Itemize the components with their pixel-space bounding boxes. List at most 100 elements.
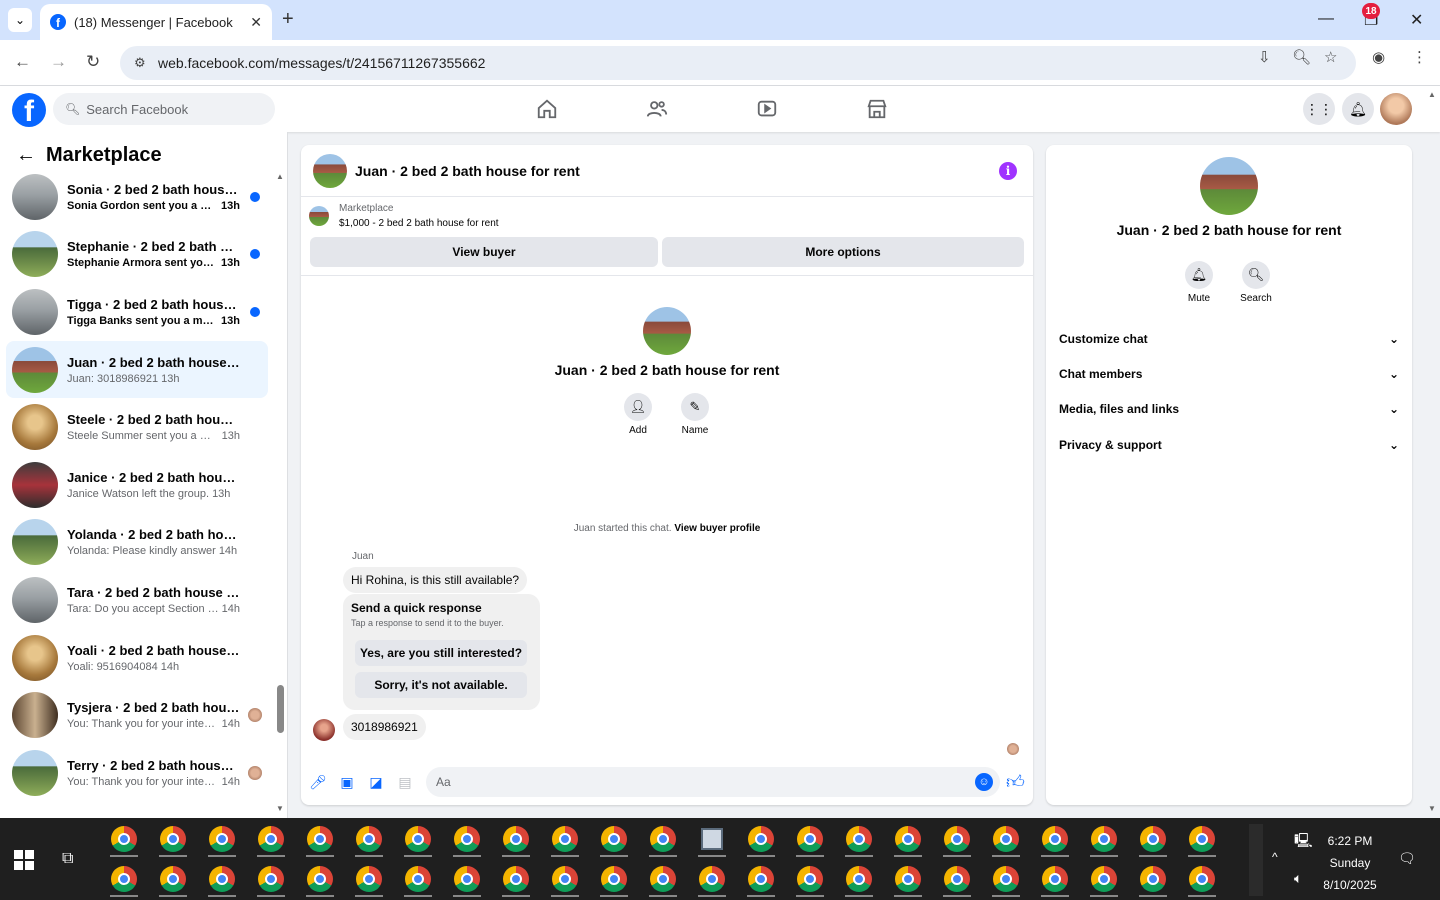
taskbar-chrome-app[interactable]: [394, 820, 442, 858]
task-view-icon[interactable]: ⧉: [62, 850, 73, 868]
taskbar-chrome-app[interactable]: [198, 860, 246, 898]
taskbar-chrome-app[interactable]: [345, 820, 393, 858]
add-person-icon[interactable]: 👤︎: [624, 393, 652, 421]
taskbar-chrome-app[interactable]: [345, 860, 393, 898]
list-scroll-up-icon[interactable]: ▲: [276, 172, 284, 181]
close-window-icon[interactable]: ✕: [1410, 10, 1423, 30]
more-options-button[interactable]: More options: [662, 237, 1024, 267]
chat-members-row[interactable]: Chat members ⌄: [1059, 364, 1399, 384]
gif-icon[interactable]: ▤: [396, 773, 414, 791]
install-app-icon[interactable]: ⇩: [1258, 48, 1271, 66]
conversation-item[interactable]: Yoali · 2 bed 2 bath house for re... Yoal…: [6, 629, 268, 687]
search-conversation-icon[interactable]: 🔍︎: [1242, 261, 1270, 289]
taskbar-chrome-app[interactable]: [688, 820, 736, 858]
taskbar-chrome-app[interactable]: [541, 860, 589, 898]
taskbar-chrome-app[interactable]: [786, 820, 834, 858]
page-scroll-up-icon[interactable]: ▲: [1428, 90, 1436, 99]
taskbar-chrome-app[interactable]: [198, 820, 246, 858]
url-omnibox[interactable]: ⚙ web.facebook.com/messages/t/2415671126…: [120, 46, 1356, 80]
conversation-item[interactable]: Tara · 2 bed 2 bath house for rent Tara: …: [6, 571, 268, 629]
menu-grid-icon[interactable]: ⋮⋮: [1303, 93, 1335, 125]
taskbar-chrome-app[interactable]: [590, 820, 638, 858]
system-clock[interactable]: 6:22 PM Sunday 8/10/2025: [1318, 830, 1382, 896]
taskbar-chrome-app[interactable]: [1031, 860, 1079, 898]
taskbar-chrome-app[interactable]: [100, 820, 148, 858]
taskbar-chrome-app[interactable]: [541, 820, 589, 858]
taskbar-chrome-app[interactable]: [933, 820, 981, 858]
taskbar-chrome-app[interactable]: [737, 860, 785, 898]
taskbar-chrome-app[interactable]: [639, 860, 687, 898]
new-tab-button[interactable]: +: [282, 8, 294, 31]
menu-kebab-icon[interactable]: ⋮: [1412, 48, 1427, 66]
view-buyer-button[interactable]: View buyer: [310, 237, 658, 267]
taskbar-chrome-app[interactable]: [443, 860, 491, 898]
taskbar-chrome-app[interactable]: [1178, 820, 1226, 858]
taskbar-chrome-app[interactable]: [1129, 860, 1177, 898]
conversation-item[interactable]: Yolanda · 2 bed 2 bath house fo... Yoland…: [6, 514, 268, 572]
my-avatar[interactable]: [1380, 93, 1412, 125]
friends-icon[interactable]: [643, 96, 671, 122]
emoji-icon[interactable]: ☺: [975, 773, 993, 791]
taskbar-chrome-app[interactable]: [443, 820, 491, 858]
taskbar-chrome-app[interactable]: [247, 820, 295, 858]
close-tab-icon[interactable]: ✕: [250, 14, 262, 31]
photo-icon[interactable]: ▣: [338, 773, 356, 791]
taskbar-chrome-app[interactable]: [835, 860, 883, 898]
reload-icon[interactable]: ↻: [86, 52, 100, 72]
taskbar-chrome-app[interactable]: [835, 820, 883, 858]
taskbar-chrome-app[interactable]: [247, 860, 295, 898]
taskbar-chrome-app[interactable]: [982, 860, 1030, 898]
home-icon[interactable]: [533, 96, 561, 122]
view-buyer-profile-link[interactable]: View buyer profile: [674, 523, 760, 534]
taskbar-chrome-app[interactable]: [688, 860, 736, 898]
taskbar-chrome-app[interactable]: [149, 820, 197, 858]
taskbar-chrome-app[interactable]: [296, 820, 344, 858]
conversation-item[interactable]: Tigga · 2 bed 2 bath house for... Tigga B…: [6, 283, 268, 341]
chat-avatar[interactable]: [313, 153, 347, 188]
back-arrow-icon[interactable]: ←: [16, 144, 36, 167]
taskbar-chrome-app[interactable]: [492, 820, 540, 858]
taskbar-chrome-app[interactable]: [786, 860, 834, 898]
conversation-info-icon[interactable]: i: [999, 162, 1017, 180]
taskbar-chrome-app[interactable]: [982, 820, 1030, 858]
conversation-item[interactable]: Tysjera · 2 bed 2 bath house f... You: Th…: [6, 686, 268, 744]
microphone-icon[interactable]: 🎤︎: [309, 773, 327, 791]
thumbs-up-icon[interactable]: 👍︎: [1006, 771, 1025, 793]
taskbar-scrollbar[interactable]: [1249, 824, 1263, 896]
taskbar-chrome-app[interactable]: [884, 860, 932, 898]
taskbar-chrome-app[interactable]: [1178, 860, 1226, 898]
chat-title[interactable]: Juan · 2 bed 2 bath house for rent: [355, 163, 580, 179]
list-scroll-down-icon[interactable]: ▼: [276, 804, 284, 813]
facebook-search-input[interactable]: 🔍︎ Search Facebook: [53, 93, 275, 125]
taskbar-chrome-app[interactable]: [394, 860, 442, 898]
notifications-bell-icon[interactable]: 🔔︎: [1342, 93, 1374, 125]
windows-start-icon[interactable]: [14, 850, 34, 870]
conversation-list-scrollbar[interactable]: [277, 685, 284, 733]
listing-summary[interactable]: Marketplace $1,000 - 2 bed 2 bath house …: [309, 203, 499, 229]
quick-response-unavailable-button[interactable]: Sorry, it's not available.: [355, 672, 527, 698]
network-icon[interactable]: 🖳: [1294, 830, 1313, 854]
taskbar-chrome-app[interactable]: [1080, 860, 1128, 898]
volume-icon[interactable]: 🔈︎: [1294, 870, 1302, 887]
taskbar-chrome-app[interactable]: [884, 820, 932, 858]
taskbar-chrome-app[interactable]: [149, 860, 197, 898]
tab-search-chevron-icon[interactable]: ⌄: [8, 8, 32, 32]
browser-tab-messenger[interactable]: f (18) Messenger | Facebook ✕: [40, 4, 272, 40]
message-input[interactable]: Aa: [426, 767, 1000, 797]
conversation-item[interactable]: Steele · 2 bed 2 bath house for r... Stee…: [6, 398, 268, 456]
back-icon[interactable]: ←: [14, 52, 31, 72]
privacy-support-row[interactable]: Privacy & support ⌄: [1059, 435, 1399, 455]
taskbar-chrome-app[interactable]: [933, 860, 981, 898]
conversation-item[interactable]: Sonia · 2 bed 2 bath house for... Sonia G…: [6, 168, 268, 226]
taskbar-chrome-app[interactable]: [296, 860, 344, 898]
conversation-item[interactable]: Stephanie · 2 bed 2 bath hous... Stephani…: [6, 226, 268, 284]
taskbar-chrome-app[interactable]: [492, 860, 540, 898]
customize-chat-row[interactable]: Customize chat ⌄: [1059, 329, 1399, 349]
page-scroll-down-icon[interactable]: ▼: [1428, 804, 1436, 813]
minimize-icon[interactable]: —: [1318, 10, 1334, 28]
bookmark-star-icon[interactable]: ☆: [1324, 48, 1337, 66]
marketplace-icon[interactable]: [863, 96, 891, 122]
conversation-item[interactable]: Juan · 2 bed 2 bath house for re... Juan:…: [6, 340, 268, 399]
taskbar-chrome-app[interactable]: [1129, 820, 1177, 858]
media-files-links-row[interactable]: Media, files and links ⌄: [1059, 399, 1399, 419]
